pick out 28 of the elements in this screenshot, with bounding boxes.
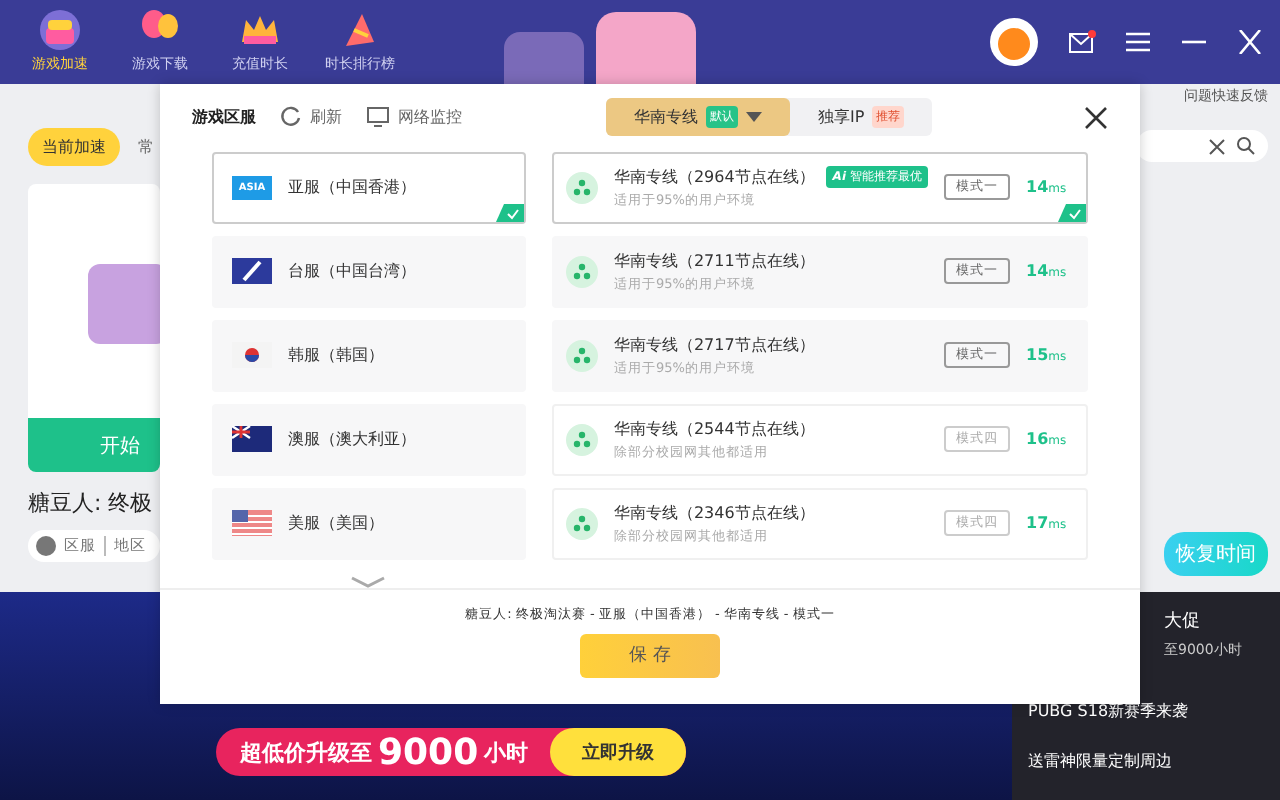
server-name: 台服（中国台湾） bbox=[288, 260, 416, 283]
category-tab[interactable]: 常 bbox=[124, 128, 168, 166]
server-option[interactable]: 台服（中国台湾） bbox=[212, 235, 526, 308]
line-name: 华南专线（2711节点在线） bbox=[613, 249, 815, 272]
news-item[interactable]: 送雷神限量定制周边 bbox=[1028, 750, 1280, 772]
save-button[interactable]: 保 存 bbox=[580, 633, 720, 678]
refresh-button[interactable]: 刷新 bbox=[280, 106, 342, 129]
server-option[interactable]: 韩服（韩国） bbox=[212, 319, 526, 392]
upgrade-button[interactable]: 立即升级 bbox=[550, 728, 687, 776]
server-name: 亚服（中国香港） bbox=[288, 176, 416, 199]
server-name: 澳服（澳大利亚） bbox=[288, 428, 416, 451]
game-title: 糖豆人: 终极 bbox=[28, 488, 155, 518]
promo-title: 大促 bbox=[1164, 609, 1202, 634]
network-monitor-button[interactable]: 网络监控 bbox=[366, 106, 462, 129]
line-name: 华南专线（2544节点在线） bbox=[613, 417, 815, 440]
server-option[interactable]: 澳服（澳大利亚） bbox=[212, 403, 526, 476]
dialog-title: 游戏区服 bbox=[192, 106, 256, 129]
promo-unit: 小时 bbox=[484, 737, 529, 767]
news-item[interactable]: PUBG S18新赛季来袭 bbox=[1028, 700, 1280, 722]
server-name: 美服（美国） bbox=[288, 512, 384, 535]
server-name: 韩服（韩国） bbox=[288, 344, 384, 367]
promo-text: 超低价升级至 bbox=[240, 737, 372, 767]
promo-number: 9000 bbox=[378, 731, 479, 773]
line-name: 华南专线（2964节点在线） bbox=[613, 165, 815, 188]
category-tab[interactable]: 当前加速 bbox=[28, 128, 120, 166]
line-name: 华南专线（2717节点在线） bbox=[613, 333, 815, 356]
line-name: 华南专线（2346节点在线） bbox=[613, 501, 815, 524]
server-option[interactable]: 美服（美国） bbox=[212, 487, 526, 560]
